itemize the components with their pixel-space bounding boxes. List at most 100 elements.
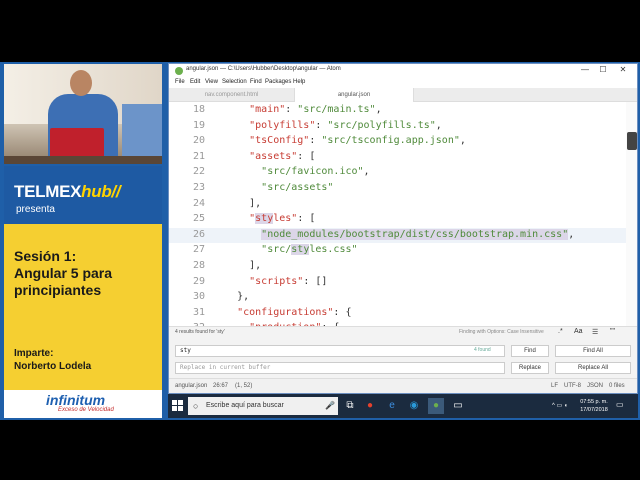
code-line[interactable]: "node_modules/bootstrap/dist/css/bootstr… <box>213 228 575 240</box>
title-bar: angular.json — C:\Users\Hubber\Desktop\a… <box>169 64 637 78</box>
close-button[interactable]: ✕ <box>615 65 631 74</box>
line-number: 29 <box>192 275 205 287</box>
code-line[interactable]: "styles": [ <box>213 213 316 225</box>
menu-help[interactable]: Help <box>293 79 305 85</box>
infinitum-logo: infinitum Exceso de Velocidad <box>4 390 162 418</box>
code-line[interactable]: "src/assets" <box>213 182 333 193</box>
code-line[interactable]: "main": "src/main.ts", <box>213 104 381 115</box>
menu-selection[interactable]: Selection <box>222 79 247 85</box>
code-token: "tsConfig" <box>249 135 310 147</box>
code-token: ], <box>249 197 262 209</box>
menu-edit[interactable]: Edit <box>190 79 200 85</box>
clock-time: 07:55 p. m. <box>580 399 608 405</box>
code-line[interactable]: "configurations": { <box>213 307 351 318</box>
line-number: 23 <box>192 182 205 193</box>
clock-date: 17/07/2018 <box>580 407 608 413</box>
code-line[interactable]: "src/styles.css" <box>213 244 358 256</box>
code-token: "src/tsconfig.app.json" <box>321 135 460 147</box>
editor-scrollbar[interactable] <box>626 102 637 326</box>
status-grammar[interactable]: JSON <box>587 383 603 389</box>
menu-file[interactable]: File <box>175 79 185 85</box>
code-token: "src/polyfills.ts" <box>327 119 436 131</box>
teamviewer-icon[interactable]: ◉ <box>406 398 422 414</box>
status-file[interactable]: angular.json <box>175 383 207 389</box>
menu-bar: File Edit View Selection Find Packages H… <box>169 78 637 88</box>
code-line[interactable]: ], <box>213 198 261 209</box>
taskbar-search[interactable]: ○ Escribe aquí para buscar 🎤 <box>188 397 338 415</box>
code-line[interactable]: "polyfills": "src/polyfills.ts", <box>213 120 442 131</box>
taskbar-search-placeholder: Escribe aquí para buscar <box>206 402 284 409</box>
code-editor[interactable]: 18 "main": "src/main.ts", 19 "polyfills":… <box>169 102 627 326</box>
code-token: "src/assets" <box>261 182 334 193</box>
code-token: "src/main.ts" <box>297 104 376 115</box>
status-encoding[interactable]: UTF-8 <box>564 383 581 389</box>
code-token: , <box>363 166 370 178</box>
line-number: 22 <box>192 166 205 178</box>
find-results-info: 4 results found for 'sty' <box>175 329 225 335</box>
code-token: "scripts" <box>249 275 304 287</box>
line-number: 31 <box>192 306 205 318</box>
code-token: ], <box>249 260 262 271</box>
teacher-label: Imparte: <box>14 348 54 359</box>
status-files[interactable]: 0 files <box>609 383 625 389</box>
windows-start-icon[interactable] <box>172 400 183 411</box>
telmex-hub-banner: TELMEXhub// presenta <box>4 166 162 231</box>
code-token: les.css" <box>309 244 358 256</box>
menu-view[interactable]: View <box>205 79 218 85</box>
session-line-2: Angular 5 para <box>14 265 113 281</box>
replace-all-button[interactable]: Replace All <box>555 362 631 374</box>
status-cursor[interactable]: 26:67 <box>213 383 228 389</box>
menu-packages[interactable]: Packages <box>265 79 291 85</box>
line-number: 18 <box>192 104 205 115</box>
menu-find[interactable]: Find <box>250 79 262 85</box>
presents-label: presenta <box>16 204 55 215</box>
replace-button[interactable]: Replace <box>511 362 549 374</box>
edge-icon[interactable]: e <box>384 398 400 414</box>
line-number: 27 <box>192 244 205 256</box>
code-line[interactable]: ], <box>213 260 261 271</box>
terminal-icon[interactable]: ▭ <box>450 398 466 414</box>
code-token: , <box>435 119 442 131</box>
tab-angular-json[interactable]: angular.json <box>294 88 414 102</box>
whole-word-toggle[interactable]: "" <box>610 328 615 335</box>
presenter-head <box>70 70 92 96</box>
replace-input[interactable]: Replace in current buffer <box>175 362 505 374</box>
find-input[interactable]: sty <box>175 345 505 357</box>
selection-toggle[interactable]: ☰ <box>592 328 598 336</box>
session-title: Sesión 1: Angular 5 para principiantes <box>14 248 159 299</box>
line-number: 26 <box>192 228 205 240</box>
microphone-icon[interactable]: 🎤 <box>325 401 335 410</box>
code-token: , <box>568 228 575 240</box>
line-number: 25 <box>192 213 205 225</box>
code-token: : <box>285 104 298 115</box>
notification-icon[interactable]: ▭ <box>616 400 624 409</box>
minimize-button[interactable]: — <box>577 65 593 74</box>
code-line[interactable]: }, <box>213 291 249 302</box>
code-line[interactable]: "scripts": [] <box>213 276 327 287</box>
regex-toggle[interactable]: .* <box>558 328 563 335</box>
brand-hub: hub <box>81 182 112 201</box>
code-token: : [ <box>297 213 316 225</box>
scroll-marker[interactable] <box>627 132 637 150</box>
code-token: "main" <box>249 104 286 115</box>
chrome-icon[interactable]: ● <box>362 398 378 414</box>
tab-nav-component[interactable]: nav.component.html <box>169 88 294 102</box>
find-button[interactable]: Find <box>511 345 549 357</box>
find-option-buttons: .* Aa ☰ "" <box>554 328 632 338</box>
code-token: sty <box>291 244 310 256</box>
atom-taskbar-icon[interactable]: ● <box>428 398 444 414</box>
status-line-ending[interactable]: LF <box>551 383 558 389</box>
task-view-icon[interactable]: ⧉ <box>342 398 358 414</box>
case-toggle[interactable]: Aa <box>574 328 583 335</box>
code-line[interactable]: "src/favicon.ico", <box>213 166 370 178</box>
taskbar-clock[interactable]: 07:55 p. m. 17/07/2018 <box>576 398 612 414</box>
atom-app-icon <box>175 67 183 75</box>
code-line[interactable]: "assets": [ <box>213 151 315 162</box>
video-desk <box>4 156 162 164</box>
brand-slashes: // <box>111 182 121 201</box>
system-tray-icons[interactable]: ^ ▭ ◖ <box>552 402 567 409</box>
find-all-button[interactable]: Find All <box>555 345 631 357</box>
line-number: 24 <box>192 197 205 209</box>
maximize-button[interactable]: ☐ <box>595 65 611 74</box>
code-line[interactable]: "tsConfig": "src/tsconfig.app.json", <box>213 135 466 146</box>
